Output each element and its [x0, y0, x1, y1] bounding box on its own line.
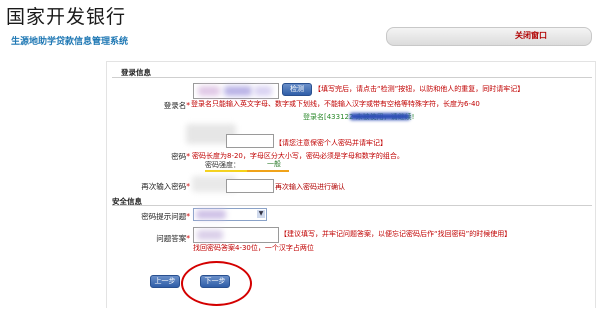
password-strength-value: 一般	[267, 160, 281, 168]
close-window-button[interactable]: 关闭窗口	[515, 30, 547, 41]
answer-hint: 【建议填写，并牢记问题答案，以便忘记密码后作“找回密码”的时候使用】	[280, 230, 512, 238]
repeat-password-label: 再次输入密码*	[141, 182, 190, 191]
answer-label: 问题答案*	[156, 234, 190, 243]
blurred-text	[224, 86, 252, 96]
username-hint: 【填写完后，请点击“检测”按钮，以防和他人的重复，同时请牢记】	[314, 85, 525, 93]
repeat-password-hint: 再次输入密码进行确认	[275, 183, 345, 191]
answer-input[interactable]	[193, 227, 279, 243]
strength-bar-medium	[247, 170, 289, 172]
strength-bar-weak	[205, 170, 247, 172]
blurred-username	[350, 113, 410, 120]
blurred-text	[254, 86, 272, 96]
repeat-password-input[interactable]	[226, 179, 274, 193]
password-strength-label: 密码强度：	[205, 161, 240, 169]
blurred-text	[197, 230, 223, 240]
top-bar: 关闭窗口	[386, 27, 592, 46]
section-divider	[112, 205, 592, 206]
question-select[interactable]: ▼	[193, 208, 267, 221]
question-label: 密码提示问题*	[141, 212, 190, 221]
password-label: 密码*	[171, 152, 190, 161]
answer-rule-text: 找回密码答案4-30位，一个汉字占两位	[193, 244, 314, 252]
check-button[interactable]: 检测	[282, 83, 312, 96]
chevron-down-icon[interactable]: ▼	[257, 210, 265, 218]
blurred-text	[196, 210, 226, 219]
username-label: 登录名*	[163, 101, 190, 110]
highlight-circle	[181, 261, 252, 306]
section-divider	[112, 77, 592, 78]
system-subtitle: 生源地助学贷款信息管理系统	[11, 37, 129, 47]
bank-logo-text: 国家开发银行	[6, 6, 127, 28]
password-hint: 【请您注意保密个人密码并请牢记】	[275, 139, 387, 147]
password-input[interactable]	[226, 134, 274, 148]
prev-step-button[interactable]: 上一步	[150, 275, 180, 288]
username-rule-text: 登录名只能输入英文字母、数字或下划线，不能输入汉字或带有空格等特殊字符，长度为6…	[191, 100, 480, 108]
blurred-text	[198, 86, 220, 96]
username-input[interactable]	[193, 83, 279, 99]
